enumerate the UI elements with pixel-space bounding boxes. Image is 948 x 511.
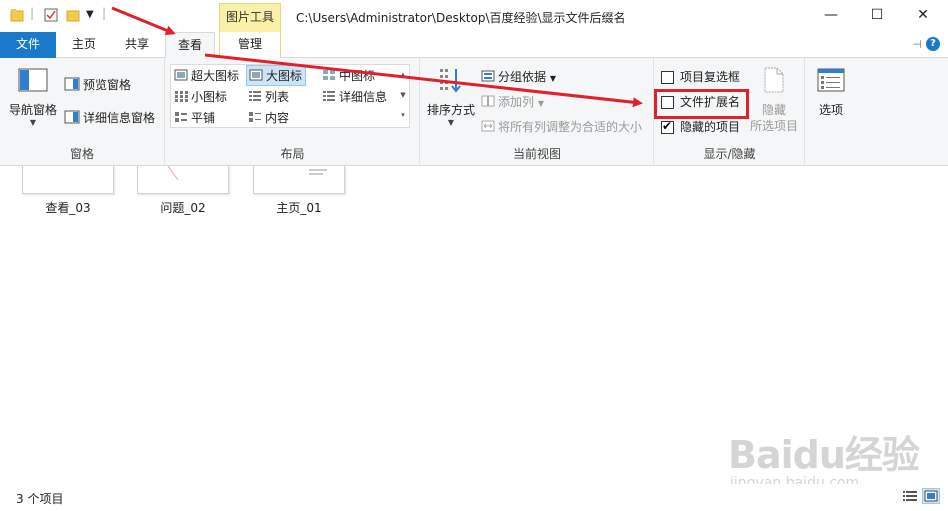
file-name[interactable]: 查看_03: [22, 199, 114, 216]
large-icons-icon: [249, 69, 263, 84]
hidden-items-checkbox[interactable]: [661, 119, 674, 134]
properties-icon[interactable]: [44, 8, 58, 25]
ribbon-panel: 导航窗格 ▼ 预览窗格 详细信息窗格 窗格 超大图标 大图标 中图标 小图标 列…: [0, 58, 948, 166]
group-label-layout: 布局: [280, 147, 305, 161]
gallery-scroll[interactable]: ▲ ▼ ▾: [396, 65, 410, 127]
pin-ribbon-icon[interactable]: ⊣: [912, 38, 922, 51]
item-checkboxes-checkbox[interactable]: [661, 71, 674, 84]
chevron-down-icon: ▼: [447, 118, 455, 127]
separator: |: [102, 6, 107, 20]
layout-large-icons[interactable]: 大图标: [246, 65, 307, 86]
options-icon: [812, 68, 850, 95]
folder-icon: [10, 8, 24, 25]
tab-manage[interactable]: 管理: [219, 32, 281, 58]
sort-icon: [425, 66, 477, 97]
window-title: C:\Users\Administrator\Desktop\百度经验\显示文件…: [296, 11, 626, 25]
file-thumbnail[interactable]: [137, 166, 229, 194]
layout-tiles[interactable]: 平铺: [174, 109, 215, 126]
annotation-highlight-box: [654, 89, 749, 119]
minimize-button[interactable]: —: [808, 0, 854, 30]
picture-tools-group: 图片工具: [219, 3, 281, 32]
separator: |: [30, 6, 35, 20]
chevron-down-icon: ▼: [549, 74, 556, 83]
file-name[interactable]: 主页_01: [253, 199, 345, 216]
tab-share[interactable]: 共享: [112, 32, 162, 58]
layout-medium-icons[interactable]: 中图标: [322, 67, 375, 84]
size-columns-button[interactable]: 将所有列调整为合适的大小: [481, 118, 642, 135]
sort-by-button[interactable]: 排序方式 ▼: [425, 66, 477, 127]
details-pane-icon: [64, 110, 80, 127]
nav-pane-icon: [8, 68, 58, 95]
hidden-items-toggle[interactable]: 隐藏的项目: [661, 118, 740, 135]
small-icons-icon: [174, 90, 188, 105]
options-button[interactable]: 选项: [812, 68, 850, 118]
group-options: 选项: [806, 58, 856, 166]
nav-pane-button[interactable]: 导航窗格 ▼: [8, 68, 58, 127]
group-panes: 导航窗格 ▼ 预览窗格 详细信息窗格 窗格: [0, 58, 165, 166]
maximize-button[interactable]: ☐: [854, 0, 900, 30]
tab-view[interactable]: 查看: [165, 32, 215, 59]
content-icon: [248, 111, 262, 126]
layout-list[interactable]: 列表: [248, 88, 289, 105]
group-label-show-hide: 显示/隐藏: [703, 147, 756, 161]
layout-extra-large-icons[interactable]: 超大图标: [174, 67, 239, 84]
tab-file[interactable]: 文件: [0, 32, 56, 58]
tab-home[interactable]: 主页: [60, 32, 108, 58]
preview-pane-icon: [64, 77, 80, 94]
group-by-icon: [481, 70, 495, 85]
chevron-down-icon: ▼: [29, 118, 37, 127]
ribbon-tabs: 文件 主页 共享 查看 管理 ⊣ ?: [0, 32, 948, 59]
watermark-logo: Baidu经验: [728, 433, 920, 477]
title-bar: | ▼ | 图片工具 C:\Users\Administrator\Deskto…: [0, 0, 948, 32]
preview-pane-button[interactable]: 预览窗格: [64, 76, 131, 94]
layout-small-icons[interactable]: 小图标: [174, 88, 227, 105]
hide-selected-button[interactable]: 隐藏 所选项目: [745, 66, 803, 134]
size-columns-icon: [481, 120, 495, 135]
group-current-view: 排序方式 ▼ 分组依据 ▼ 添加列 ▼ 将所有列调整为合适的大小 当前视图: [421, 58, 654, 166]
group-layout: 超大图标 大图标 中图标 小图标 列表 详细信息 平铺 内容 ▲ ▼ ▾ 布局: [166, 58, 420, 166]
help-icon[interactable]: ?: [926, 37, 940, 51]
group-label-current-view: 当前视图: [512, 147, 561, 161]
file-thumbnail[interactable]: [22, 166, 114, 194]
item-count: 3 个项目: [16, 492, 64, 506]
status-bar: 3 个项目: [0, 484, 948, 511]
layout-details[interactable]: 详细信息: [322, 88, 387, 105]
new-folder-icon[interactable]: [66, 8, 80, 25]
extra-large-icons-icon: [174, 69, 188, 84]
hide-selected-icon: [745, 66, 803, 98]
medium-icons-icon: [322, 69, 336, 84]
add-columns-button[interactable]: 添加列 ▼: [481, 93, 544, 110]
details-view-icon[interactable]: [901, 488, 919, 504]
large-icons-view-icon[interactable]: [922, 488, 940, 504]
file-thumbnail[interactable]: [253, 166, 345, 194]
file-name[interactable]: 问题_02: [137, 199, 229, 216]
add-columns-icon: [481, 95, 495, 110]
chevron-down-icon: ▼: [537, 99, 544, 108]
details-pane-button[interactable]: 详细信息窗格: [64, 109, 155, 127]
group-label-panes: 窗格: [69, 147, 94, 161]
customize-toolbar-icon[interactable]: ▼: [86, 9, 94, 20]
close-button[interactable]: ✕: [900, 0, 946, 30]
layout-content[interactable]: 内容: [248, 109, 289, 126]
list-icon: [248, 90, 262, 105]
group-by-button[interactable]: 分组依据 ▼: [481, 68, 556, 85]
item-checkboxes-toggle[interactable]: 项目复选框: [661, 68, 740, 85]
tiles-icon: [174, 111, 188, 126]
details-icon: [322, 90, 336, 105]
